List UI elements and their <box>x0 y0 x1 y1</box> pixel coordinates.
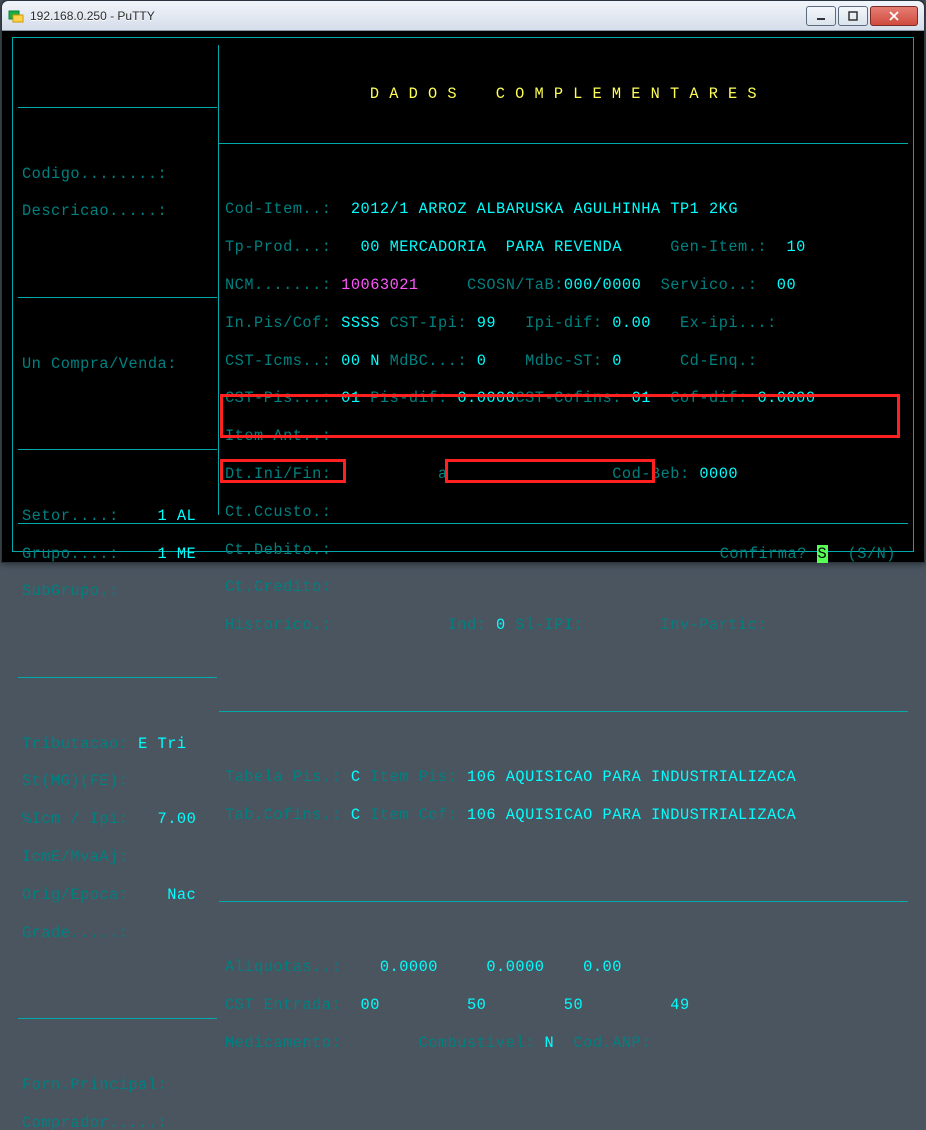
icme-label: IcmE/MvaAj: <box>22 848 212 867</box>
inpis-value: SSSS <box>341 314 380 332</box>
maximize-button[interactable] <box>838 6 868 26</box>
mdbc-value: 0 <box>477 352 487 370</box>
ctcredito-label: Ct.Credito: <box>225 578 902 597</box>
cstent-v2: 50 <box>467 996 486 1014</box>
tpprod-label: Tp-Prod...: <box>225 238 331 256</box>
inpis-label: In.Pis/Cof: <box>225 314 331 332</box>
titlebar[interactable]: 192.168.0.250 - PuTTY <box>2 1 924 31</box>
cstipi-label: CST-Ipi: <box>390 314 467 332</box>
servico-label: Servico..: <box>661 276 758 294</box>
icm-label: %Icm / Ipi: <box>22 810 128 828</box>
itemcof-label: Item Cof: <box>370 806 457 824</box>
mdbcst-value: 0 <box>612 352 622 370</box>
un-label: Un Compra/Venda: <box>22 355 212 374</box>
cdenq-label: Cd-Enq.: <box>680 352 757 370</box>
mdbcst-label: Mdbc-ST: <box>525 352 602 370</box>
csticms-value: 00 N <box>341 352 380 370</box>
subgrupo-label: SubGrupo.: <box>22 582 212 601</box>
cstent-v3: 50 <box>564 996 583 1014</box>
aliq-v1: 0.0000 <box>380 958 438 976</box>
cstent-v4: 49 <box>670 996 689 1014</box>
comb-value: N <box>544 1034 554 1052</box>
grupo-value: 1 ME <box>158 545 197 563</box>
terminal[interactable]: Codigo........: Descricao.....: Un Compr… <box>10 35 916 554</box>
itempis-value: 106 AQUISICAO PARA INDUSTRIALIZACA <box>467 768 796 786</box>
confirm-label: Confirma? <box>720 545 807 563</box>
csosn-label: CSOSN/TaB: <box>467 276 564 294</box>
ipidif-value: 0.00 <box>612 314 651 332</box>
stmg-label: St(MG)(FE): <box>22 772 212 791</box>
ipidif-label: Ipi-dif: <box>525 314 602 332</box>
close-button[interactable] <box>870 6 918 26</box>
comp-label: Comprador.....: <box>22 1114 212 1130</box>
codigo-label: Codigo........: <box>22 165 212 184</box>
hist-label: Historico.: <box>225 616 331 634</box>
window-title: 192.168.0.250 - PuTTY <box>30 9 804 23</box>
forn-label: Forn.Principal: <box>22 1076 212 1095</box>
highlight-box-pis-cofins <box>220 394 900 438</box>
right-panel: D A D O S C O M P L E M E N T A R E S Co… <box>218 45 908 515</box>
trib-label: Tributacao: <box>22 735 128 753</box>
confirm-options: (S/N) <box>848 545 896 563</box>
putty-icon <box>8 8 24 24</box>
tabpis-label: Tabela Pis.: <box>225 768 341 786</box>
orig-label: Orig/Epoca: <box>22 886 128 904</box>
minimize-button[interactable] <box>806 6 836 26</box>
coditem-label: Cod-Item..: <box>225 200 331 218</box>
cstent-v1: 00 <box>361 996 380 1014</box>
highlight-box-cst-label <box>220 459 346 483</box>
ncm-label: NCM.......: <box>225 276 331 294</box>
tpprod-value: 00 MERCADORIA PARA REVENDA <box>361 238 622 256</box>
genitem-label: Gen-Item.: <box>670 238 767 256</box>
app-window: 192.168.0.250 - PuTTY Codigo........: De… <box>1 0 925 563</box>
window-controls <box>804 6 918 26</box>
tabpis-value: C <box>351 768 361 786</box>
grade-label: Grade.....: <box>22 924 212 943</box>
csosn-value: 000/0000 <box>564 276 641 294</box>
ctccusto-label: Ct.Ccusto.: <box>225 503 902 522</box>
itempis-label: Item Pis: <box>370 768 457 786</box>
aliq-label: Aliquotas..: <box>225 958 341 976</box>
descricao-label: Descricao.....: <box>22 202 212 221</box>
left-panel: Codigo........: Descricao.....: Un Compr… <box>18 45 216 515</box>
ncm-value: 10063021 <box>341 276 418 294</box>
coditem-value: 2012/1 ARROZ ALBARUSKA AGULHINHA TP1 2KG <box>351 200 738 218</box>
csticms-label: CST-Icms..: <box>225 352 331 370</box>
servico-value: 00 <box>777 276 796 294</box>
genitem-value: 10 <box>786 238 805 256</box>
trib-value: E Tri <box>138 735 186 753</box>
tabcof-label: Tab.Cofins.: <box>225 806 341 824</box>
mdbc-label: MdBC...: <box>390 352 467 370</box>
footer: Confirma? S (S/N) <box>18 523 908 545</box>
confirm-input[interactable]: S <box>817 545 829 563</box>
icm-value: 7.00 <box>158 810 197 828</box>
aliq-v2: 0.0000 <box>486 958 544 976</box>
aliq-v3: 0.00 <box>583 958 622 976</box>
tabcof-value: C <box>351 806 361 824</box>
outer-frame: Codigo........: Descricao.....: Un Compr… <box>12 37 914 552</box>
highlight-box-cst-50 <box>445 459 655 483</box>
itemcof-value: 106 AQUISICAO PARA INDUSTRIALIZACA <box>467 806 796 824</box>
ind-value: 0 <box>496 616 506 634</box>
panel-header: D A D O S C O M P L E M E N T A R E S <box>219 83 908 105</box>
codanp-label: Cod.ANP: <box>573 1034 650 1052</box>
ind-label: Ind: <box>448 616 487 634</box>
cstent-label: CST Entrada: <box>225 996 341 1014</box>
exipi-label: Ex-ipi...: <box>680 314 777 332</box>
orig-value: Nac <box>167 886 196 904</box>
codbeb-value: 0000 <box>699 465 738 483</box>
grupo-label: Grupo....: <box>22 545 119 563</box>
medic-label: Medicamento: <box>225 1034 341 1052</box>
slipi-label: Sl-IPI: <box>515 616 583 634</box>
invpart-label: Inv-Partic: <box>661 616 767 634</box>
comb-label: Combustivel: <box>419 1034 535 1052</box>
cstipi-value: 99 <box>477 314 496 332</box>
